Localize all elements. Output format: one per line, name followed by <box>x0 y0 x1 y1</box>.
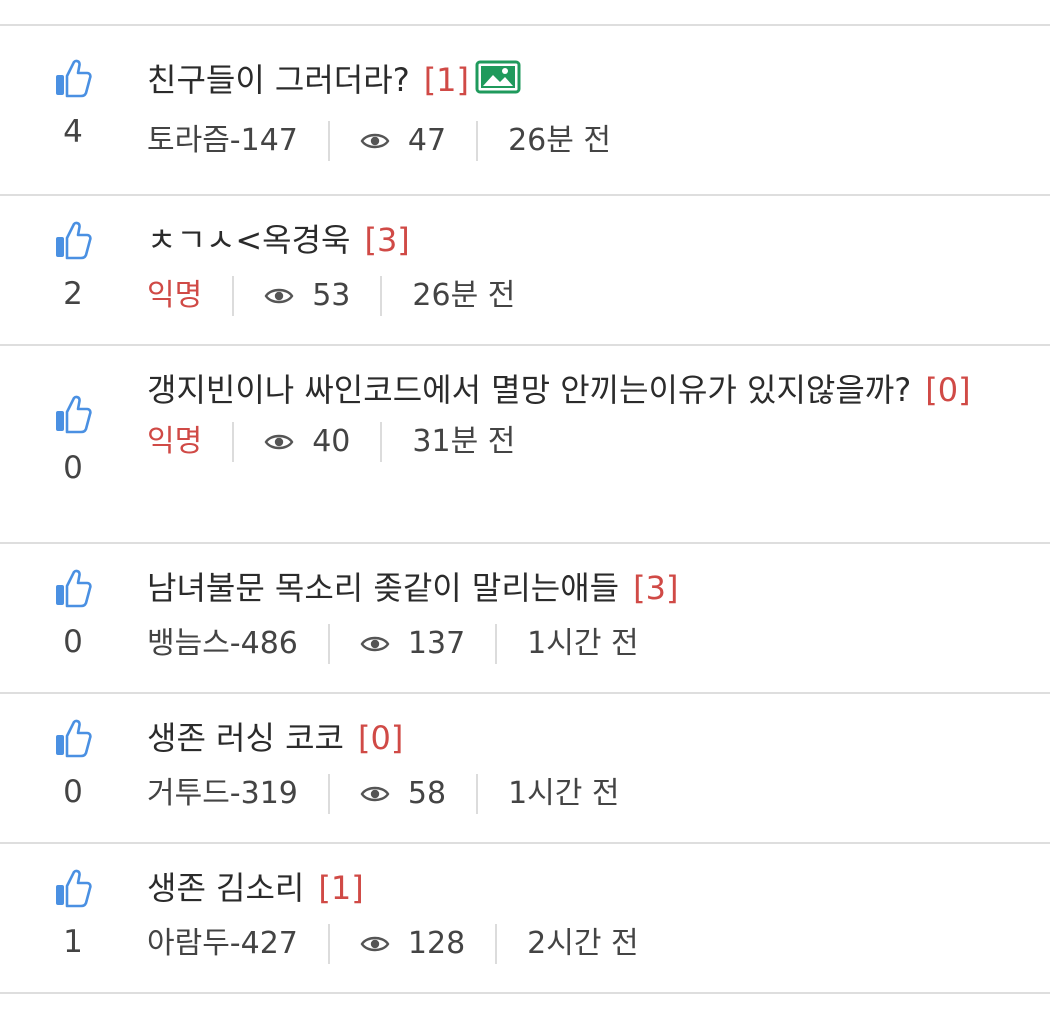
like-count: 1 <box>63 924 83 960</box>
post-item[interactable]: 0 갱지빈이나 싸인코드에서 멸망 안끼는이유가 있지않을까? [0] 익명 40… <box>0 346 1050 544</box>
post-time: 26분 전 <box>412 278 516 313</box>
post-title-text[interactable]: 갱지빈이나 싸인코드에서 멸망 안끼는이유가 있지않을까? <box>147 371 911 409</box>
eye-icon <box>264 288 294 304</box>
post-time: 1시간 전 <box>508 776 620 811</box>
vote-box[interactable]: 0 <box>40 568 106 660</box>
post-time: 1시간 전 <box>527 626 639 661</box>
post-title[interactable]: 생존 러싱 코코 [0] <box>147 714 1030 762</box>
post-title[interactable]: 친구들이 그러더라? [1] <box>147 56 1030 107</box>
meta-divider <box>476 121 479 161</box>
like-count: 2 <box>63 276 83 312</box>
like-count: 0 <box>63 774 83 810</box>
view-count: 58 <box>360 774 446 814</box>
vote-box[interactable]: 0 <box>40 394 106 486</box>
vote-box[interactable]: 0 <box>40 718 106 810</box>
thumbs-up-icon[interactable] <box>54 568 92 608</box>
meta-divider <box>232 276 235 316</box>
author-name[interactable]: 거투드-319 <box>147 774 298 814</box>
post-meta: 뱅늠스-486 137 1시간 전 <box>147 624 1030 664</box>
vote-box[interactable]: 2 <box>40 220 106 312</box>
comment-count: [1] <box>318 869 364 907</box>
eye-icon <box>360 936 390 952</box>
meta-divider <box>380 276 383 316</box>
thumbs-up-icon[interactable] <box>54 718 92 758</box>
post-time: 2시간 전 <box>527 926 639 961</box>
eye-icon <box>264 434 294 450</box>
post-title-text[interactable]: 친구들이 그러더라? <box>147 61 410 99</box>
post-title-text[interactable]: 생존 김소리 <box>147 869 304 907</box>
thumbs-up-icon[interactable] <box>54 868 92 908</box>
comment-count: [3] <box>364 221 410 259</box>
view-count: 47 <box>360 121 446 161</box>
post-meta: 아람두-427 128 2시간 전 <box>147 924 1030 964</box>
post-time: 26분 전 <box>508 123 611 158</box>
eye-icon <box>360 636 390 652</box>
author-name[interactable]: 익명 <box>147 276 202 316</box>
thumbs-up-icon[interactable] <box>54 394 92 434</box>
meta-divider <box>327 774 330 814</box>
post-item[interactable]: 0 생존 러싱 코코 [0] 거투드-319 58 1시간 전 <box>0 694 1050 844</box>
view-count-value: 40 <box>312 424 351 459</box>
view-count-value: 47 <box>407 123 447 158</box>
post-meta: 익명 53 26분 전 <box>147 276 1030 316</box>
post-title[interactable]: ㅊㄱㅅ<옥경욱 [3] <box>147 216 1030 264</box>
post-item[interactable]: 4 친구들이 그러더라? [1] 토라즘-147 47 26분 전 <box>0 26 1050 196</box>
view-count-value: 58 <box>407 776 447 811</box>
eye-icon <box>360 786 390 802</box>
post-item[interactable]: 2 ㅊㄱㅅ<옥경욱 [3] 익명 53 26분 전 <box>0 196 1050 346</box>
view-count: 53 <box>264 276 350 316</box>
post-title[interactable]: 갱지빈이나 싸인코드에서 멸망 안끼는이유가 있지않을까? [0] <box>147 366 1030 414</box>
view-count: 137 <box>360 624 465 664</box>
comment-count: [0] <box>357 719 404 757</box>
meta-divider <box>476 774 479 814</box>
view-count: 40 <box>264 422 350 462</box>
comment-count: [1] <box>423 61 470 99</box>
vote-box[interactable]: 1 <box>40 868 106 960</box>
meta-divider <box>495 624 498 664</box>
meta-divider <box>327 924 330 964</box>
author-name[interactable]: 토라즘-147 <box>147 121 298 161</box>
comment-count: [3] <box>633 569 679 607</box>
meta-divider <box>327 121 330 161</box>
view-count-value: 137 <box>407 626 466 661</box>
view-count: 128 <box>360 924 465 964</box>
post-title[interactable]: 남녀불문 목소리 좆같이 말리는애들 [3] <box>147 564 1030 612</box>
post-item[interactable]: 1 생존 김소리 [1] 아람두-427 128 2시간 전 <box>0 844 1050 994</box>
comment-count: [0] <box>925 371 971 409</box>
eye-icon <box>360 133 390 149</box>
post-title-text[interactable]: 생존 러싱 코코 <box>147 719 344 757</box>
meta-divider <box>232 422 235 462</box>
thumbs-up-icon[interactable] <box>54 58 92 98</box>
image-icon <box>475 59 521 107</box>
meta-divider <box>495 924 498 964</box>
vote-box[interactable]: 4 <box>40 58 106 150</box>
post-title-text[interactable]: ㅊㄱㅅ<옥경욱 <box>147 221 350 259</box>
like-count: 4 <box>63 114 83 150</box>
meta-divider <box>327 624 330 664</box>
author-name[interactable]: 아람두-427 <box>147 924 298 964</box>
author-name[interactable]: 익명 <box>147 422 202 462</box>
view-count-value: 53 <box>312 278 351 313</box>
author-name[interactable]: 뱅늠스-486 <box>147 624 298 664</box>
meta-divider <box>380 422 383 462</box>
post-meta: 익명 40 31분 전 <box>147 422 1030 462</box>
thumbs-up-icon[interactable] <box>54 220 92 260</box>
post-title[interactable]: 생존 김소리 [1] <box>147 864 1030 912</box>
view-count-value: 128 <box>407 926 466 961</box>
like-count: 0 <box>63 450 83 486</box>
post-meta: 거투드-319 58 1시간 전 <box>147 774 1030 814</box>
post-time: 31분 전 <box>412 424 516 459</box>
post-item[interactable]: 0 남녀불문 목소리 좆같이 말리는애들 [3] 뱅늠스-486 137 1시간 … <box>0 544 1050 694</box>
post-meta: 토라즘-147 47 26분 전 <box>147 121 1030 161</box>
post-title-text[interactable]: 남녀불문 목소리 좆같이 말리는애들 <box>147 569 619 607</box>
like-count: 0 <box>63 624 83 660</box>
